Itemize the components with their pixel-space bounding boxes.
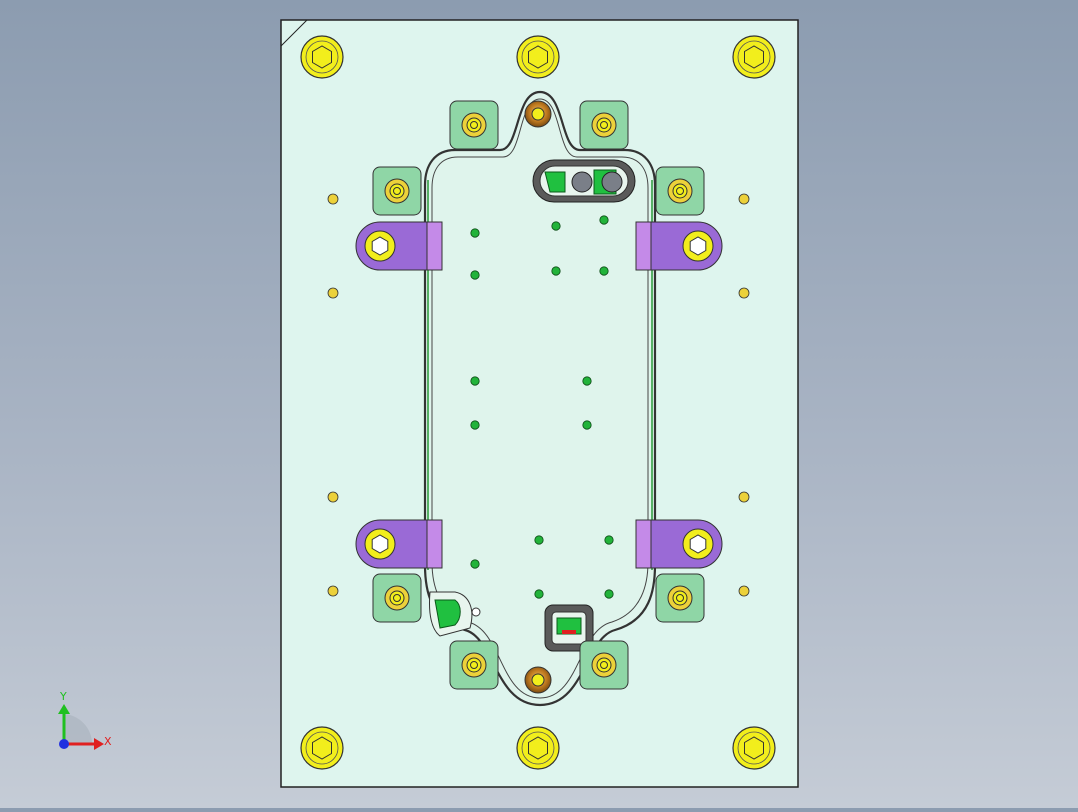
guide-block[interactable] bbox=[372, 573, 422, 623]
dowel-pin-icon bbox=[738, 193, 750, 205]
hex-socket-bolt-icon[interactable] bbox=[516, 35, 560, 79]
dowel-pin-icon bbox=[738, 287, 750, 299]
guide-block[interactable] bbox=[655, 166, 705, 216]
ejector-pin bbox=[582, 420, 592, 430]
ejector-pin bbox=[599, 266, 609, 276]
cad-viewport[interactable]: Y X bbox=[0, 0, 1078, 808]
ejector-pin bbox=[604, 589, 614, 599]
triad-x-label: X bbox=[104, 735, 112, 748]
guide-block[interactable] bbox=[449, 640, 499, 690]
triad-y-label: Y bbox=[59, 690, 67, 703]
purple-clamp[interactable] bbox=[355, 519, 443, 569]
hex-socket-bolt-icon[interactable] bbox=[732, 35, 776, 79]
ejector-pin bbox=[582, 376, 592, 386]
top-slot-insert[interactable] bbox=[532, 159, 636, 203]
dowel-pin-icon bbox=[327, 287, 339, 299]
purple-clamp[interactable] bbox=[635, 519, 723, 569]
ejector-pin bbox=[551, 221, 561, 231]
dowel-pin-icon bbox=[738, 491, 750, 503]
ejector-pin bbox=[604, 535, 614, 545]
guide-block[interactable] bbox=[449, 100, 499, 150]
bottom-bushing[interactable] bbox=[524, 666, 552, 694]
top-bushing[interactable] bbox=[524, 100, 552, 128]
ejector-pin bbox=[470, 228, 480, 238]
guide-block[interactable] bbox=[579, 640, 629, 690]
coordinate-triad-icon: Y X bbox=[58, 690, 112, 750]
purple-clamp[interactable] bbox=[635, 221, 723, 271]
die-plate-drawing[interactable]: Y X bbox=[0, 0, 1078, 808]
dowel-pin-icon bbox=[327, 491, 339, 503]
ejector-pin bbox=[551, 266, 561, 276]
ejector-pin bbox=[470, 376, 480, 386]
dowel-pin-icon bbox=[327, 585, 339, 597]
dowel-pin-icon bbox=[738, 585, 750, 597]
hex-socket-bolt-icon[interactable] bbox=[300, 35, 344, 79]
ejector-pin bbox=[470, 559, 480, 569]
hex-socket-bolt-icon[interactable] bbox=[732, 726, 776, 770]
ejector-pin bbox=[534, 535, 544, 545]
ejector-pin bbox=[534, 589, 544, 599]
dowel-pin-icon bbox=[327, 193, 339, 205]
ejector-pin bbox=[470, 420, 480, 430]
purple-clamp[interactable] bbox=[355, 221, 443, 271]
hex-socket-bolt-icon[interactable] bbox=[516, 726, 560, 770]
guide-block[interactable] bbox=[372, 166, 422, 216]
ejector-pin bbox=[599, 215, 609, 225]
guide-block[interactable] bbox=[655, 573, 705, 623]
guide-block[interactable] bbox=[579, 100, 629, 150]
ejector-pin bbox=[470, 270, 480, 280]
hex-socket-bolt-icon[interactable] bbox=[300, 726, 344, 770]
